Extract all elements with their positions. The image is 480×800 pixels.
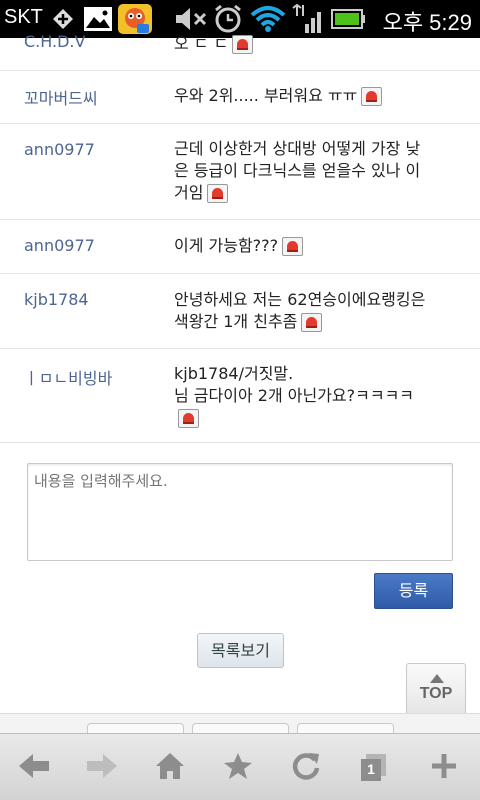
back-button[interactable] <box>0 734 68 800</box>
home-button[interactable] <box>136 734 204 800</box>
comment-row: ann0977 이게 가능함??? <box>0 220 480 274</box>
forward-icon <box>85 752 119 784</box>
report-icon[interactable] <box>361 87 383 106</box>
refresh-button[interactable] <box>272 734 340 800</box>
footer-tab[interactable] <box>192 723 289 733</box>
scroll-top-label: TOP <box>419 685 453 702</box>
tab-count: 1 <box>367 760 375 777</box>
report-icon[interactable] <box>232 35 254 54</box>
carrier-label: SKT <box>4 6 43 28</box>
alarm-icon <box>212 4 244 34</box>
comment-row: 꼬마버드씨 우와 2위..... 부러워요 ㅠㅠ <box>0 71 480 124</box>
comment-list: C.H.D.V 오 ㄷ ㄷ 꼬마버드씨 우와 2위..... 부러워요 ㅠㅠ a… <box>0 32 480 443</box>
report-icon[interactable] <box>207 184 229 203</box>
new-tab-icon <box>430 752 458 784</box>
footer-tab[interactable] <box>87 723 184 733</box>
forward-button[interactable] <box>68 734 136 800</box>
report-icon[interactable] <box>178 409 199 428</box>
submit-button[interactable]: 등록 <box>374 573 453 609</box>
comment-text: 근데 이상한거 상대방 어떻게 가장 낮은 등급이 다크닉스를 얻을수 있나 이… <box>174 139 421 203</box>
comment-row: ann0977 근데 이상한거 상대방 어떻게 가장 낮은 등급이 다크닉스를 … <box>0 124 480 220</box>
browser-toolbar: 1 <box>0 733 480 800</box>
comment-row: C.H.D.V 오 ㄷ ㄷ <box>0 32 480 71</box>
mute-icon <box>174 4 210 34</box>
signal-plus-icon <box>52 4 74 34</box>
comment-input[interactable] <box>27 463 453 561</box>
comment-author[interactable]: 꼬마버드씨 <box>24 85 98 109</box>
report-icon[interactable] <box>301 313 323 332</box>
wifi-icon <box>250 4 286 34</box>
new-tab-button[interactable] <box>410 734 478 800</box>
back-icon <box>17 752 51 784</box>
comment-row: ㅣㅁㄴ비빙바 kjb1784/거짓말. 님 금다이아 2개 아닌가요?ㅋㅋㅋㅋ <box>0 349 480 443</box>
comment-row: kjb1784 안녕하세요 저는 62연승이에요랭킹은색왕간 1개 친추좀 <box>0 274 480 349</box>
refresh-icon <box>291 751 321 785</box>
comment-author[interactable]: C.H.D.V <box>24 32 85 51</box>
gallery-icon <box>82 4 114 34</box>
list-view-button[interactable]: 목록보기 <box>197 633 284 668</box>
comment-author[interactable]: ann0977 <box>24 236 95 255</box>
comment-author[interactable]: ㅣㅁㄴ비빙바 <box>24 365 112 389</box>
report-icon[interactable] <box>282 237 304 256</box>
scroll-top-button[interactable]: TOP <box>406 663 466 715</box>
bookmark-button[interactable] <box>204 734 272 800</box>
tabs-button[interactable]: 1 <box>340 734 408 800</box>
arrow-up-icon <box>430 674 444 683</box>
cell-signal-icon <box>290 4 326 34</box>
comment-text: 오 ㄷ ㄷ <box>174 33 434 55</box>
comment-text: 안녕하세요 저는 62연승이에요랭킹은색왕간 1개 친추좀 <box>174 290 426 332</box>
comment-text: 이게 가능함??? <box>174 235 434 257</box>
footer-tab[interactable] <box>297 723 394 733</box>
comment-author[interactable]: ann0977 <box>24 140 95 159</box>
bookmark-star-icon <box>223 752 253 784</box>
comment-author[interactable]: kjb1784 <box>24 290 89 309</box>
tabs-icon: 1 <box>359 753 389 783</box>
game-app-icon <box>116 4 154 34</box>
home-icon <box>155 752 185 784</box>
battery-icon <box>330 4 366 34</box>
comment-text: 우와 2위..... 부러워요 ㅠㅠ <box>174 85 434 107</box>
comment-text: kjb1784/거짓말. 님 금다이아 2개 아닌가요?ㅋㅋㅋㅋ <box>174 363 434 429</box>
